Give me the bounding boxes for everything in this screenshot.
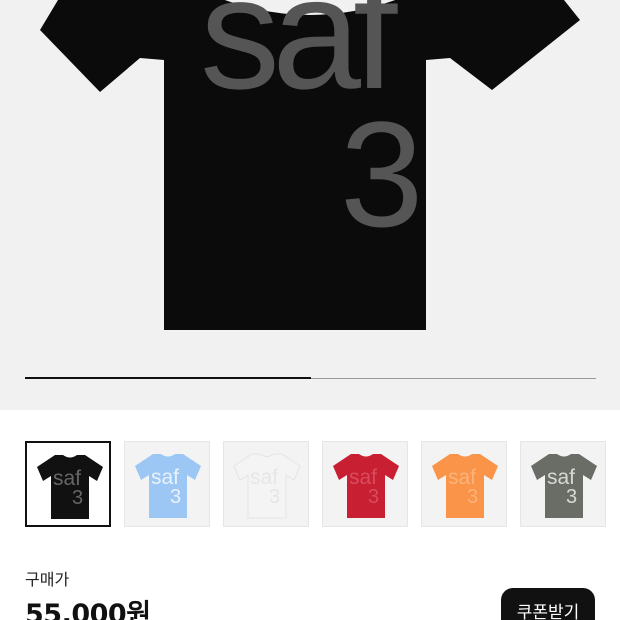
color-thumbnail-orange[interactable]: saf 3: [421, 441, 507, 527]
color-thumbnail-black[interactable]: saf 3: [25, 441, 111, 527]
product-tshirt-image: saf 3: [40, 0, 580, 330]
gallery-progress-fill: [25, 377, 311, 379]
tshirt-thumbnail-image: saf3: [37, 455, 103, 519]
color-thumbnail-light-blue[interactable]: saf 3: [124, 441, 210, 527]
color-thumbnail-list: saf 3 saf 3 saf 3 saf 3 saf 3 saf 3: [25, 441, 606, 527]
svg-text:3: 3: [368, 486, 379, 508]
color-thumbnail-white[interactable]: saf 3: [223, 441, 309, 527]
price-label: 구매가: [25, 570, 70, 589]
price-value: 55,000원: [25, 599, 151, 620]
tshirt-thumbnail-image: saf3: [135, 454, 201, 518]
svg-text:3: 3: [170, 486, 181, 508]
tshirt-thumbnail-image: saf3: [531, 454, 597, 518]
gallery-progress-bar: [25, 377, 596, 379]
svg-text:3: 3: [72, 487, 83, 509]
tshirt-thumbnail-image: saf3: [233, 453, 301, 519]
svg-text:3: 3: [467, 486, 478, 508]
svg-text:3: 3: [566, 486, 577, 508]
print-number: 3: [340, 90, 423, 258]
color-thumbnail-red[interactable]: saf 3: [322, 441, 408, 527]
svg-text:3: 3: [269, 486, 280, 508]
product-image-viewer[interactable]: saf 3: [0, 0, 620, 410]
coupon-button[interactable]: 쿠폰받기: [501, 588, 595, 620]
tshirt-thumbnail-image: saf3: [333, 454, 399, 518]
tshirt-thumbnail-image: saf3: [432, 454, 498, 518]
color-thumbnail-gray-green[interactable]: saf 3: [520, 441, 606, 527]
